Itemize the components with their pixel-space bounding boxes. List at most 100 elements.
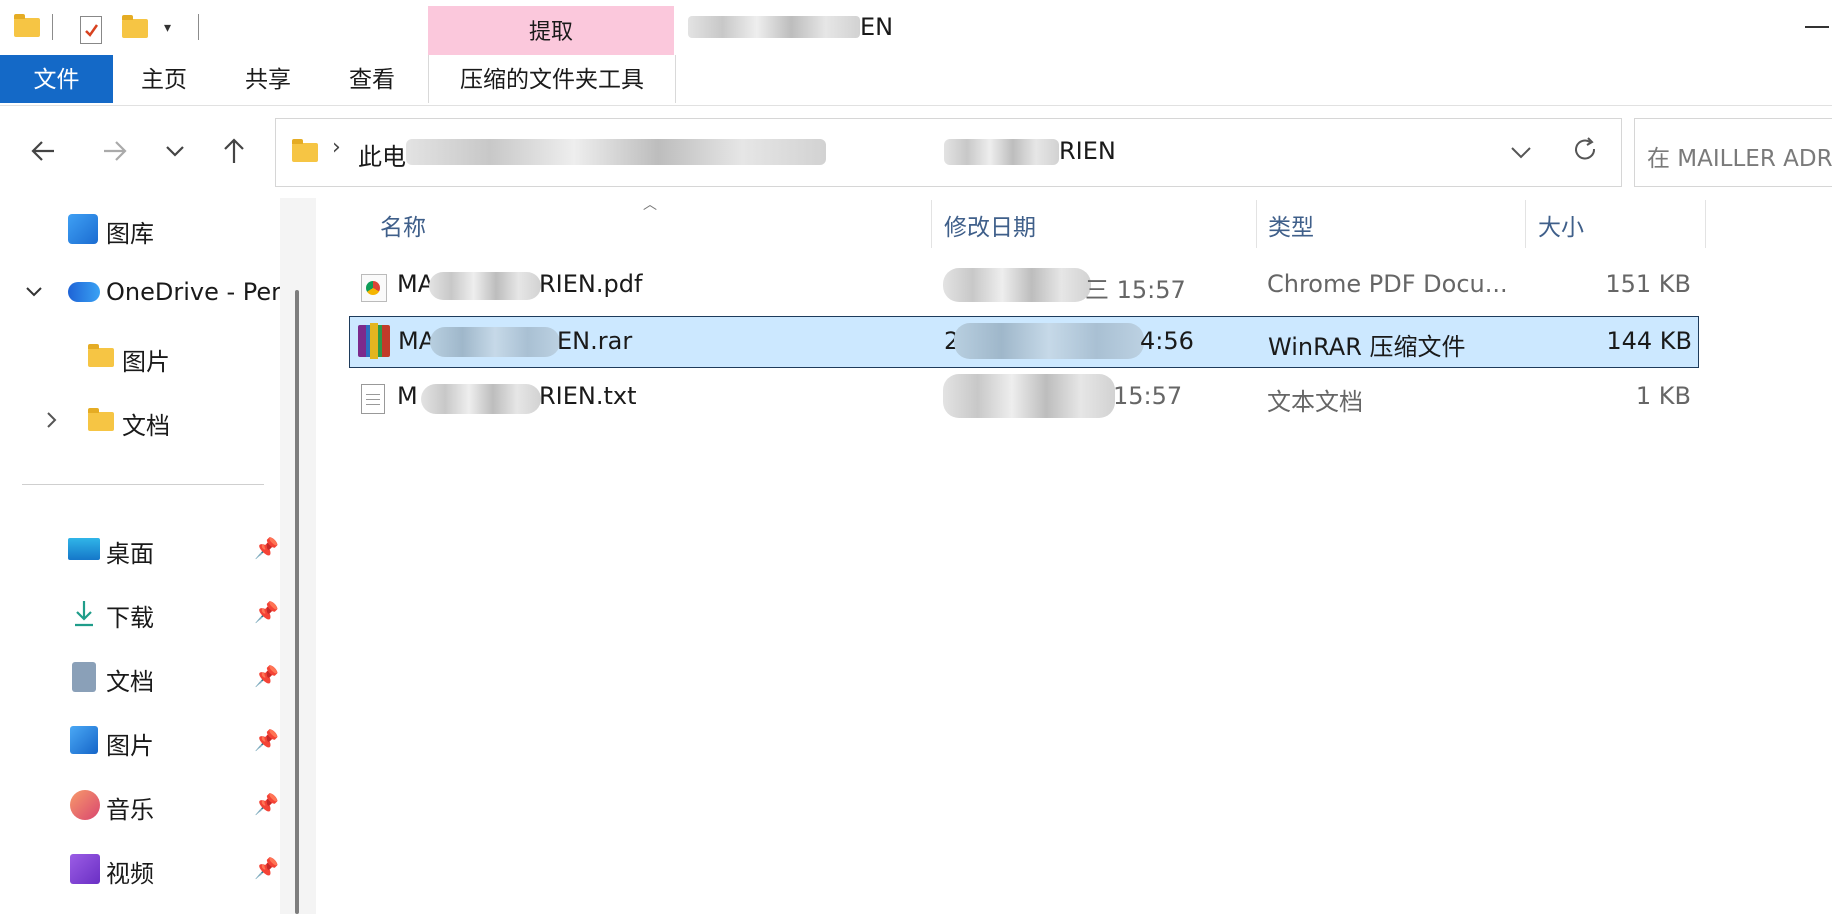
back-arrow-icon[interactable]	[24, 131, 64, 171]
file-type: WinRAR 压缩文件	[1268, 333, 1466, 361]
up-arrow-icon[interactable]	[214, 131, 254, 171]
file-row[interactable]: MA RIEN.pdf 三 15:57 Chrome PDF Docu... 1…	[349, 260, 1699, 312]
new-folder-icon[interactable]	[122, 15, 148, 38]
customize-toolbar-icon[interactable]: ▾	[164, 20, 171, 36]
tab-home[interactable]: 主页	[120, 55, 208, 103]
window-title: EN	[682, 12, 894, 42]
download-icon	[72, 598, 96, 632]
sidebar-item-gallery[interactable]: 图库	[0, 204, 280, 254]
sidebar-item-label: 视频	[106, 860, 154, 888]
onedrive-icon	[68, 282, 100, 302]
sidebar-divider	[22, 484, 264, 485]
documents-icon	[72, 662, 96, 692]
pin-icon[interactable]: 📌	[254, 858, 279, 878]
desktop-icon	[68, 538, 100, 560]
redacted-text	[430, 327, 560, 357]
window-title-text: EN	[860, 13, 894, 41]
column-header-name[interactable]: 名称	[380, 208, 426, 248]
breadcrumb-current[interactable]: RIEN	[1059, 137, 1116, 165]
properties-icon[interactable]	[80, 16, 102, 44]
file-date: 三 15:57	[1085, 276, 1186, 304]
chevron-down-icon[interactable]	[24, 282, 44, 307]
sidebar-item-onedrive-pictures[interactable]: 图片	[0, 332, 280, 382]
file-size: 144 KB	[1606, 327, 1692, 355]
winrar-icon	[358, 323, 390, 359]
sidebar-item-label: 下载	[106, 604, 154, 632]
address-dropdown-chevron-icon[interactable]	[1506, 137, 1536, 167]
music-icon	[70, 790, 100, 820]
file-date: 4:56	[1140, 327, 1194, 355]
column-divider[interactable]	[1256, 200, 1257, 248]
quick-access-toolbar: ▾	[0, 0, 430, 56]
tab-file[interactable]: 文件	[0, 55, 113, 103]
redacted-path	[406, 139, 826, 165]
file-size: 1 KB	[1635, 382, 1691, 410]
file-type: Chrome PDF Docu...	[1267, 270, 1508, 298]
redacted-text	[429, 272, 541, 300]
file-name-start: M	[397, 382, 418, 410]
folder-icon	[88, 344, 114, 367]
pin-icon[interactable]: 📌	[254, 538, 279, 558]
sidebar-item-label: 桌面	[106, 540, 154, 568]
toolbar-divider	[52, 14, 53, 40]
column-divider[interactable]	[931, 200, 932, 248]
redacted-path	[944, 139, 1059, 165]
column-header-size[interactable]: 大小	[1538, 208, 1584, 248]
search-input[interactable]: 在 MAILLER ADR	[1634, 118, 1832, 187]
chevron-right-icon[interactable]	[44, 409, 60, 435]
sidebar-item-label: OneDrive - Pers	[106, 278, 280, 306]
navigation-pane: 图库 OneDrive - Pers 图片 文档 桌面 📌 下载 📌 文档 📌	[0, 198, 312, 914]
sidebar-item-onedrive-documents[interactable]: 文档	[0, 396, 280, 446]
sidebar-item-label: 图片	[122, 348, 170, 376]
address-bar[interactable]: › 此电 RIEN	[275, 118, 1622, 187]
refresh-icon[interactable]	[1571, 135, 1601, 165]
file-size: 151 KB	[1605, 270, 1691, 298]
sidebar-item-music[interactable]: 音乐 📌	[0, 780, 280, 830]
pin-icon[interactable]: 📌	[254, 602, 279, 622]
redacted-text	[954, 323, 1144, 359]
folder-icon[interactable]	[14, 14, 40, 37]
tab-compressed-folder-tools[interactable]: 压缩的文件夹工具	[428, 55, 676, 103]
column-header-type[interactable]: 类型	[1268, 208, 1314, 248]
pin-icon[interactable]: 📌	[254, 666, 279, 686]
sidebar-item-label: 文档	[122, 412, 170, 440]
column-header-modified[interactable]: 修改日期	[944, 208, 1036, 248]
pin-icon[interactable]: 📌	[254, 730, 279, 750]
text-file-icon	[361, 384, 385, 414]
file-row-selected[interactable]: MA EN.rar 2 4:56 WinRAR 压缩文件 144 KB	[349, 316, 1699, 368]
recent-locations-chevron-icon[interactable]	[155, 131, 195, 171]
file-date: 15:57	[1113, 382, 1183, 410]
file-row[interactable]: M RIEN.txt 2 15:57 文本文档 1 KB	[349, 372, 1699, 424]
chrome-pdf-icon	[361, 274, 387, 302]
breadcrumb-root[interactable]: 此电	[358, 137, 406, 172]
toolbar-divider	[198, 14, 199, 40]
breadcrumb-chevron-icon[interactable]: ›	[332, 135, 341, 160]
sidebar-item-onedrive[interactable]: OneDrive - Pers	[0, 268, 280, 318]
context-tab-label: 提取	[528, 20, 573, 45]
sidebar-item-documents[interactable]: 文档 📌	[0, 652, 280, 702]
minimize-button[interactable]	[1805, 26, 1829, 28]
column-divider[interactable]	[1705, 200, 1706, 248]
search-placeholder: 在 MAILLER ADR	[1647, 146, 1832, 172]
tab-view[interactable]: 查看	[328, 55, 416, 103]
sidebar-item-videos[interactable]: 视频 📌	[0, 844, 280, 894]
sidebar-item-pictures[interactable]: 图片 📌	[0, 716, 280, 766]
pictures-icon	[70, 726, 98, 754]
redacted-text	[943, 268, 1091, 302]
sort-ascending-icon: ︿	[643, 197, 657, 213]
redacted-text	[943, 374, 1115, 418]
sidebar-item-label: 音乐	[106, 796, 154, 824]
sidebar-item-label: 文档	[106, 668, 154, 696]
sidebar-scrollbar-thumb[interactable]	[295, 290, 299, 914]
sidebar-item-desktop[interactable]: 桌面 📌	[0, 524, 280, 574]
column-divider[interactable]	[1525, 200, 1526, 248]
sidebar-item-downloads[interactable]: 下载 📌	[0, 588, 280, 638]
pin-icon[interactable]: 📌	[254, 794, 279, 814]
redacted-text	[421, 384, 541, 414]
forward-arrow-icon[interactable]	[94, 131, 134, 171]
videos-icon	[70, 854, 100, 884]
file-name-end: EN.rar	[557, 327, 633, 355]
ribbon-tab-bar: 文件 主页 共享 查看 压缩的文件夹工具	[0, 55, 1832, 106]
folder-icon	[88, 408, 114, 431]
tab-share[interactable]: 共享	[224, 55, 312, 103]
